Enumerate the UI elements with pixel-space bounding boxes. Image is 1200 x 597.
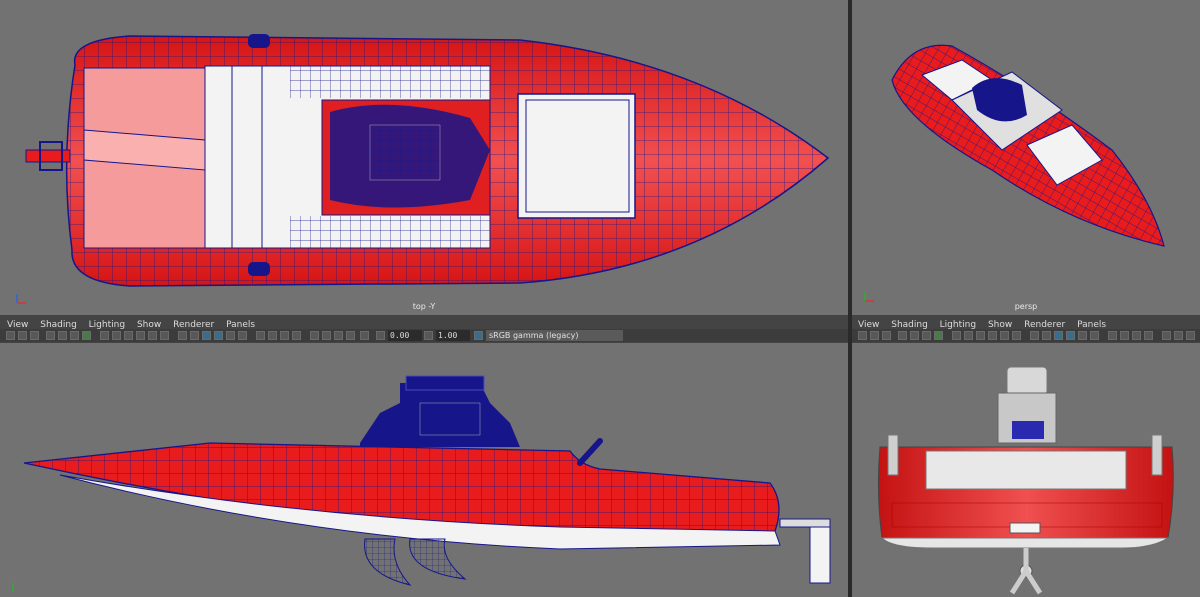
smooth-shade-all-icon[interactable] xyxy=(1042,331,1051,340)
motion-blur-icon[interactable] xyxy=(268,331,277,340)
camera-attributes-icon[interactable] xyxy=(360,331,369,340)
select-camera-icon[interactable] xyxy=(870,331,879,340)
boat-persp-view xyxy=(891,44,1165,247)
motion-blur-icon[interactable] xyxy=(1120,331,1129,340)
panel-toolbar-left: 0.00 1.00 sRGB gamma (legacy) xyxy=(0,329,848,342)
smooth-shade-icon[interactable] xyxy=(934,331,943,340)
wireframe-shaded-icon[interactable] xyxy=(1030,331,1039,340)
textured-icon[interactable] xyxy=(1066,331,1075,340)
safe-title-icon[interactable] xyxy=(136,331,145,340)
screen-space-ao-icon[interactable] xyxy=(1108,331,1117,340)
isolate-select-icon[interactable] xyxy=(1162,331,1171,340)
viewport-front[interactable] xyxy=(852,343,1200,597)
lights-icon[interactable] xyxy=(226,331,235,340)
gamma-field[interactable]: 1.00 xyxy=(436,330,470,341)
boat-side-view xyxy=(23,375,831,586)
grid-toggle-icon[interactable] xyxy=(952,331,961,340)
gate-mask-icon[interactable] xyxy=(160,331,169,340)
depth-of-field-icon[interactable] xyxy=(292,331,301,340)
xray-icon[interactable] xyxy=(1174,331,1183,340)
exposure-field[interactable]: 0.00 xyxy=(388,330,422,341)
view-transform-select[interactable]: sRGB gamma (legacy) xyxy=(486,330,623,341)
multisample-icon[interactable] xyxy=(280,331,289,340)
xray-joints-icon[interactable] xyxy=(1186,331,1195,340)
shadows-icon[interactable] xyxy=(238,331,247,340)
wireframe-shaded-icon[interactable] xyxy=(178,331,187,340)
boat-front-view xyxy=(877,366,1174,595)
viewport-label-top: top -Y xyxy=(412,302,436,311)
maya-workspace: top -Y persp View Shading Lighting Show xyxy=(0,0,1200,597)
select-camera-icon[interactable] xyxy=(18,331,27,340)
gamma-icon[interactable] xyxy=(424,331,433,340)
viewport-persp[interactable]: persp xyxy=(852,0,1200,315)
panel-toolbar-right xyxy=(852,329,1200,342)
field-chart-icon[interactable] xyxy=(148,331,157,340)
boat-top-view xyxy=(25,34,830,287)
lights-icon[interactable] xyxy=(1078,331,1087,340)
screen-space-ao-icon[interactable] xyxy=(256,331,265,340)
camera-icon[interactable] xyxy=(6,331,15,340)
exposure-icon[interactable] xyxy=(376,331,385,340)
axis-gizmo-icon xyxy=(12,583,14,592)
resolution-gate-icon[interactable] xyxy=(964,331,973,340)
field-chart-icon[interactable] xyxy=(1000,331,1009,340)
film-gate-icon[interactable] xyxy=(58,331,67,340)
wireframe-icon[interactable] xyxy=(70,331,79,340)
safe-title-icon[interactable] xyxy=(988,331,997,340)
grid-toggle-icon[interactable] xyxy=(100,331,109,340)
smooth-shade-icon[interactable] xyxy=(82,331,91,340)
xray-joints-icon[interactable] xyxy=(334,331,343,340)
panel-divider[interactable] xyxy=(848,0,852,597)
multisample-icon[interactable] xyxy=(1132,331,1141,340)
depth-of-field-icon[interactable] xyxy=(1144,331,1153,340)
smooth-shade-all-icon[interactable] xyxy=(190,331,199,340)
textured-icon[interactable] xyxy=(214,331,223,340)
viewport-label-persp: persp xyxy=(1014,302,1038,311)
bookmark-icon[interactable] xyxy=(882,331,891,340)
grid-icon[interactable] xyxy=(898,331,907,340)
wire-on-shaded-icon[interactable] xyxy=(202,331,211,340)
bookmark-icon[interactable] xyxy=(30,331,39,340)
gate-mask-icon[interactable] xyxy=(1012,331,1021,340)
backface-icon[interactable] xyxy=(346,331,355,340)
wireframe-icon[interactable] xyxy=(922,331,931,340)
color-management-icon[interactable] xyxy=(474,331,483,340)
grid-icon[interactable] xyxy=(46,331,55,340)
camera-icon[interactable] xyxy=(858,331,867,340)
xray-icon[interactable] xyxy=(322,331,331,340)
safe-action-icon[interactable] xyxy=(124,331,133,340)
viewport-side[interactable] xyxy=(0,343,848,597)
safe-action-icon[interactable] xyxy=(976,331,985,340)
viewport-top[interactable]: top -Y xyxy=(0,0,848,315)
film-gate-icon[interactable] xyxy=(910,331,919,340)
resolution-gate-icon[interactable] xyxy=(112,331,121,340)
isolate-select-icon[interactable] xyxy=(310,331,319,340)
shadows-icon[interactable] xyxy=(1090,331,1099,340)
wire-on-shaded-icon[interactable] xyxy=(1054,331,1063,340)
